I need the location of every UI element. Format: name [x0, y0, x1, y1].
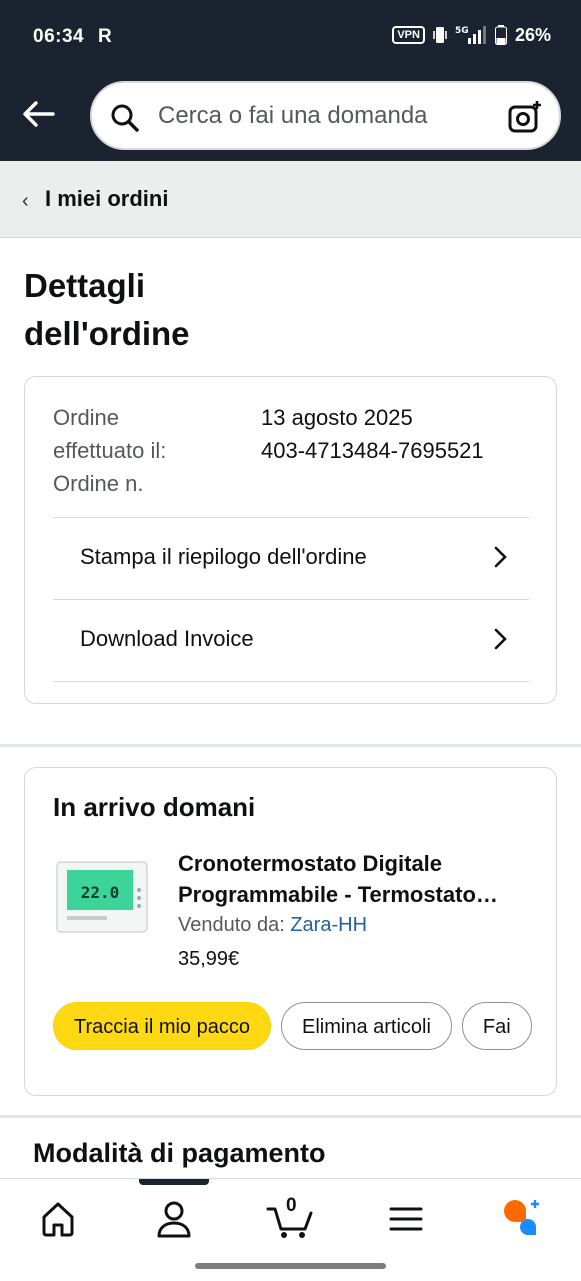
status-bar: 06:34 R VPN 5G 26%: [0, 0, 581, 76]
delivery-status: In arrivo domani: [53, 792, 256, 822]
vibrate-icon: [433, 27, 447, 43]
status-time: 06:34: [33, 26, 85, 47]
track-package-button[interactable]: Traccia il mio pacco: [53, 1002, 271, 1050]
page-title: Dettagli dell'ordine: [24, 262, 190, 358]
app-header: 06:34 R VPN 5G 26% Cerca o fai una doman…: [0, 0, 581, 161]
order-number-label: Ordine n.: [53, 471, 144, 496]
chevron-right-icon: [494, 628, 507, 650]
section-divider: [0, 1115, 581, 1118]
bottom-navigation: 0: [0, 1178, 581, 1281]
vpn-badge: VPN: [392, 26, 425, 44]
product-title-line2: Programmabile - Termostato…: [178, 882, 498, 907]
product-title-line1: Cronotermostato Digitale: [178, 851, 443, 876]
gesture-home-bar: [195, 1263, 386, 1269]
order-date: 13 agosto 2025: [261, 405, 413, 430]
order-values: 13 agosto 2025 403-4713484-7695521: [261, 401, 484, 467]
back-arrow-icon[interactable]: [20, 96, 56, 132]
search-input[interactable]: Cerca o fai una domanda: [158, 102, 428, 130]
carrier-logo: R: [98, 26, 112, 47]
order-number: 403-4713484-7695521: [261, 438, 484, 463]
shipment-actions: Traccia il mio pacco Elimina articoli Fai: [53, 1002, 539, 1054]
breadcrumb[interactable]: ‹ I miei ordini: [0, 161, 581, 238]
shipment-card: In arrivo domani 22.0 Cronotermostato Di…: [24, 767, 557, 1096]
seller-link[interactable]: Zara-HH: [290, 914, 367, 936]
account-icon[interactable]: [152, 1197, 196, 1241]
search-icon: [111, 104, 139, 132]
breadcrumb-label[interactable]: I miei ordini: [45, 186, 168, 212]
download-invoice-row[interactable]: Download Invoice: [53, 599, 529, 682]
product-title[interactable]: Cronotermostato Digitale Programmabile -…: [178, 848, 538, 910]
delete-items-button[interactable]: Elimina articoli: [280, 1002, 452, 1050]
cart-button[interactable]: 0: [266, 1195, 316, 1241]
download-invoice-label: Download Invoice: [80, 626, 254, 651]
menu-icon[interactable]: [384, 1197, 428, 1241]
thumbnail-display-reading: 22.0: [81, 883, 120, 902]
divider: [53, 681, 529, 682]
more-actions-button[interactable]: Fai: [461, 1002, 532, 1050]
print-summary-label: Stampa il riepilogo dell'ordine: [80, 544, 367, 569]
rufus-assistant-icon[interactable]: [498, 1197, 542, 1241]
payment-section-title: Modalità di pagamento: [33, 1138, 326, 1168]
cart-count: 0: [286, 1195, 297, 1216]
chevron-left-icon: ‹: [22, 190, 29, 212]
search-bar[interactable]: Cerca o fai una domanda: [90, 81, 561, 150]
signal-5g-icon: 5G: [455, 26, 486, 44]
order-labels: Ordine effettuato il: Ordine n.: [53, 401, 243, 500]
battery-percent: 26%: [514, 24, 551, 45]
svg-text:5G: 5G: [455, 26, 469, 36]
active-tab-indicator: [139, 1179, 209, 1185]
section-divider: [0, 744, 581, 747]
order-date-label-2: effettuato il:: [53, 438, 167, 463]
status-icons: VPN 5G 26%: [392, 24, 551, 46]
battery-icon: [494, 25, 507, 45]
page-title-line1: Dettagli: [24, 267, 146, 304]
page-title-line2: dell'ordine: [24, 315, 190, 352]
product-price: 35,99€: [178, 948, 240, 970]
home-icon[interactable]: [36, 1197, 80, 1241]
order-date-label: Ordine: [53, 405, 120, 430]
camera-search-icon[interactable]: [507, 99, 543, 135]
seller-info: Venduto da: Zara-HH: [178, 914, 367, 937]
sold-by-label: Venduto da:: [178, 914, 285, 936]
product-thumbnail[interactable]: 22.0: [55, 860, 149, 934]
print-summary-row[interactable]: Stampa il riepilogo dell'ordine: [53, 517, 529, 600]
chevron-right-icon: [494, 546, 507, 568]
order-summary-card: Ordine effettuato il: Ordine n. 13 agost…: [24, 376, 557, 704]
